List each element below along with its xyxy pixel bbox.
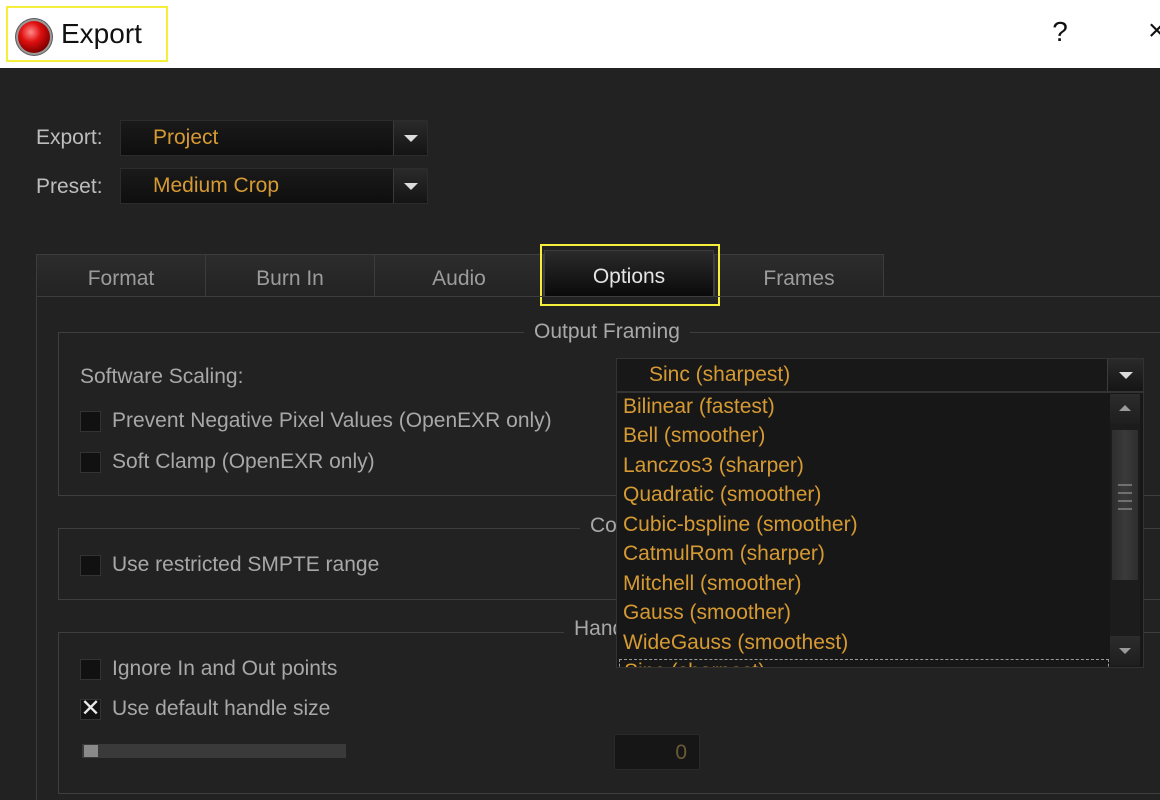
chevron-down-icon[interactable] <box>393 169 427 203</box>
export-combo-value: Project <box>153 126 219 149</box>
soft-clamp-checkbox[interactable] <box>80 452 101 473</box>
tab-frames[interactable]: Frames <box>714 254 884 296</box>
scaling-list-scrollbar[interactable] <box>1110 394 1140 666</box>
scroll-down-icon[interactable] <box>1110 636 1140 666</box>
checkmark-x-icon: ✕ <box>80 695 101 722</box>
scaling-option-sinc[interactable]: Sinc (sharpest) <box>619 659 1109 667</box>
preset-combo-value: Medium Crop <box>153 174 280 197</box>
app-record-icon <box>18 21 50 53</box>
grip-icon <box>1118 484 1132 486</box>
output-framing-title: Output Framing <box>524 320 690 344</box>
soft-clamp-label: Soft Clamp (OpenEXR only) <box>112 450 375 473</box>
scrollbar-thumb[interactable] <box>1112 430 1138 580</box>
tab-format[interactable]: Format <box>36 254 206 296</box>
window-title: Export <box>61 18 142 49</box>
close-button[interactable]: × <box>1148 14 1160 50</box>
ignore-in-out-checkbox[interactable] <box>80 659 101 680</box>
ignore-in-out-label: Ignore In and Out points <box>112 657 338 680</box>
grip-icon <box>1118 508 1132 510</box>
chevron-down-icon[interactable] <box>1107 359 1143 391</box>
scaling-option-catmulrom[interactable]: CatmulRom (sharper) <box>623 542 825 566</box>
chevron-down-icon[interactable] <box>393 121 427 155</box>
prevent-negative-checkbox[interactable] <box>80 411 101 432</box>
preset-combo[interactable]: Medium Crop <box>120 168 428 204</box>
grip-icon <box>1118 500 1132 502</box>
prevent-negative-label: Prevent Negative Pixel Values (OpenEXR o… <box>112 409 552 432</box>
preset-label: Preset: <box>36 175 103 198</box>
scaling-option-bilinear[interactable]: Bilinear (fastest) <box>623 395 775 419</box>
software-scaling-combo[interactable]: Sinc (sharpest) <box>616 358 1144 392</box>
export-label: Export: <box>36 126 103 149</box>
scaling-option-bell[interactable]: Bell (smoother) <box>623 424 765 448</box>
software-scaling-selected: Sinc (sharpest) <box>649 363 791 386</box>
scaling-option-lanczos3[interactable]: Lanczos3 (sharper) <box>623 454 804 478</box>
restricted-smpte-label: Use restricted SMPTE range <box>112 553 380 576</box>
handle-size-slider[interactable] <box>82 744 346 758</box>
scroll-up-icon[interactable] <box>1110 394 1140 424</box>
help-button[interactable]: ? <box>1046 16 1074 52</box>
scaling-option-cubic-bspline[interactable]: Cubic-bspline (smoother) <box>623 513 858 537</box>
handle-size-value: 0 <box>675 741 687 764</box>
software-scaling-label: Software Scaling: <box>80 365 244 388</box>
scaling-option-widegauss[interactable]: WideGauss (smoothest) <box>623 631 848 655</box>
tab-options[interactable]: Options <box>544 250 714 296</box>
restricted-smpte-checkbox[interactable] <box>80 555 101 576</box>
software-scaling-list: Bilinear (fastest) Bell (smoother) Lancz… <box>616 392 1144 668</box>
default-handle-label: Use default handle size <box>112 697 331 720</box>
scaling-option-quadratic[interactable]: Quadratic (smoother) <box>623 483 821 507</box>
grip-icon <box>1118 492 1132 494</box>
handle-size-field[interactable]: 0 <box>614 734 700 770</box>
export-combo[interactable]: Project <box>120 120 428 156</box>
scaling-option-mitchell[interactable]: Mitchell (smoother) <box>623 572 802 596</box>
tab-burn-in[interactable]: Burn In <box>205 254 375 296</box>
scaling-option-gauss[interactable]: Gauss (smoother) <box>623 601 791 625</box>
handle-size-slider-thumb[interactable] <box>84 745 98 757</box>
tab-audio[interactable]: Audio <box>374 254 544 296</box>
title-bar: Export ? × <box>0 0 1160 68</box>
